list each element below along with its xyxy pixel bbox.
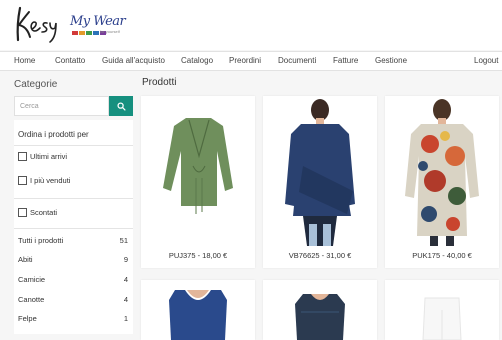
product-card[interactable]: PUK175 - 40,00 € bbox=[385, 96, 499, 268]
nav-catalogo[interactable]: Catalogo bbox=[181, 56, 213, 65]
brand-color-bar bbox=[86, 31, 92, 35]
sort-option-bestsellers[interactable]: I più venduti bbox=[18, 176, 70, 185]
nav-guida-acquisto[interactable]: Guida all'acquisto bbox=[102, 56, 165, 65]
category-count: 9 bbox=[123, 255, 128, 264]
sort-label: Ordina i prodotti per bbox=[18, 130, 89, 139]
category-name: Felpe bbox=[18, 314, 37, 323]
category-item[interactable]: Abiti 9 bbox=[18, 255, 128, 267]
divider bbox=[14, 228, 133, 229]
categories-title: Categorie bbox=[14, 79, 58, 90]
main-nav: Home Contatto Guida all'acquisto Catalog… bbox=[0, 51, 502, 71]
mywear-logo-text: My Wear bbox=[70, 14, 126, 29]
mywear-logo[interactable]: My Wear for yourself bbox=[70, 14, 130, 44]
product-caption[interactable]: VB76625 - 31,00 € bbox=[263, 251, 377, 260]
brand-color-bar bbox=[93, 31, 99, 35]
category-item[interactable]: Tutti i prodotti 51 bbox=[18, 236, 128, 248]
header: My Wear for yourself bbox=[0, 0, 502, 50]
sort-option-latest-label: Ultimi arrivi bbox=[30, 152, 68, 161]
product-image[interactable] bbox=[385, 280, 499, 340]
category-item[interactable]: Felpe 1 bbox=[18, 314, 128, 326]
search-icon bbox=[116, 101, 126, 111]
category-count: 1 bbox=[123, 314, 128, 323]
category-name: Canotte bbox=[18, 295, 45, 304]
brand-color-bar bbox=[72, 31, 78, 35]
product-image[interactable] bbox=[263, 96, 377, 246]
product-image[interactable] bbox=[385, 96, 499, 246]
filter-panel: Ordina i prodotti per Ultimi arrivi I pi… bbox=[14, 120, 133, 334]
sort-option-latest[interactable]: Ultimi arrivi bbox=[18, 152, 67, 161]
product-card[interactable] bbox=[263, 280, 377, 340]
product-card[interactable] bbox=[385, 280, 499, 340]
category-count: 51 bbox=[119, 236, 128, 245]
discount-filter-label: Scontati bbox=[30, 208, 58, 217]
checkbox[interactable] bbox=[18, 152, 27, 161]
nav-logout[interactable]: Logout bbox=[474, 56, 498, 65]
search-button[interactable] bbox=[109, 96, 133, 116]
nav-contatto[interactable]: Contatto bbox=[55, 56, 85, 65]
nav-preordini[interactable]: Preordini bbox=[229, 56, 261, 65]
checkbox[interactable] bbox=[18, 208, 27, 217]
product-card[interactable] bbox=[141, 280, 255, 340]
mywear-logo-subtitle: for yourself bbox=[100, 29, 120, 34]
search-box bbox=[14, 96, 133, 116]
product-card[interactable]: PUJ375 - 18,00 € bbox=[141, 96, 255, 268]
divider bbox=[14, 198, 133, 199]
product-image[interactable] bbox=[263, 280, 377, 340]
category-name: Abiti bbox=[18, 255, 33, 264]
product-image[interactable] bbox=[141, 280, 255, 340]
category-item[interactable]: Camicie 4 bbox=[18, 275, 128, 287]
nav-documenti[interactable]: Documenti bbox=[278, 56, 316, 65]
products-title: Prodotti bbox=[142, 77, 177, 88]
search-input[interactable] bbox=[14, 96, 109, 116]
nav-fatture[interactable]: Fatture bbox=[333, 56, 358, 65]
sort-option-bestsellers-label: I più venduti bbox=[30, 176, 71, 185]
product-caption[interactable]: PUK175 - 40,00 € bbox=[385, 251, 499, 260]
category-name: Camicie bbox=[18, 275, 46, 284]
product-card[interactable]: VB76625 - 31,00 € bbox=[263, 96, 377, 268]
product-caption[interactable]: PUJ375 - 18,00 € bbox=[141, 251, 255, 260]
category-count: 4 bbox=[123, 295, 128, 304]
discount-filter[interactable]: Scontati bbox=[18, 208, 57, 217]
product-image[interactable] bbox=[141, 96, 255, 246]
nav-gestione[interactable]: Gestione bbox=[375, 56, 407, 65]
nav-home[interactable]: Home bbox=[14, 56, 35, 65]
brand-color-bar bbox=[79, 31, 85, 35]
kesy-logo[interactable] bbox=[14, 4, 66, 44]
category-count: 4 bbox=[123, 275, 128, 284]
category-name: Tutti i prodotti bbox=[18, 236, 64, 245]
checkbox[interactable] bbox=[18, 176, 27, 185]
divider bbox=[14, 145, 133, 146]
category-item[interactable]: Canotte 4 bbox=[18, 295, 128, 307]
